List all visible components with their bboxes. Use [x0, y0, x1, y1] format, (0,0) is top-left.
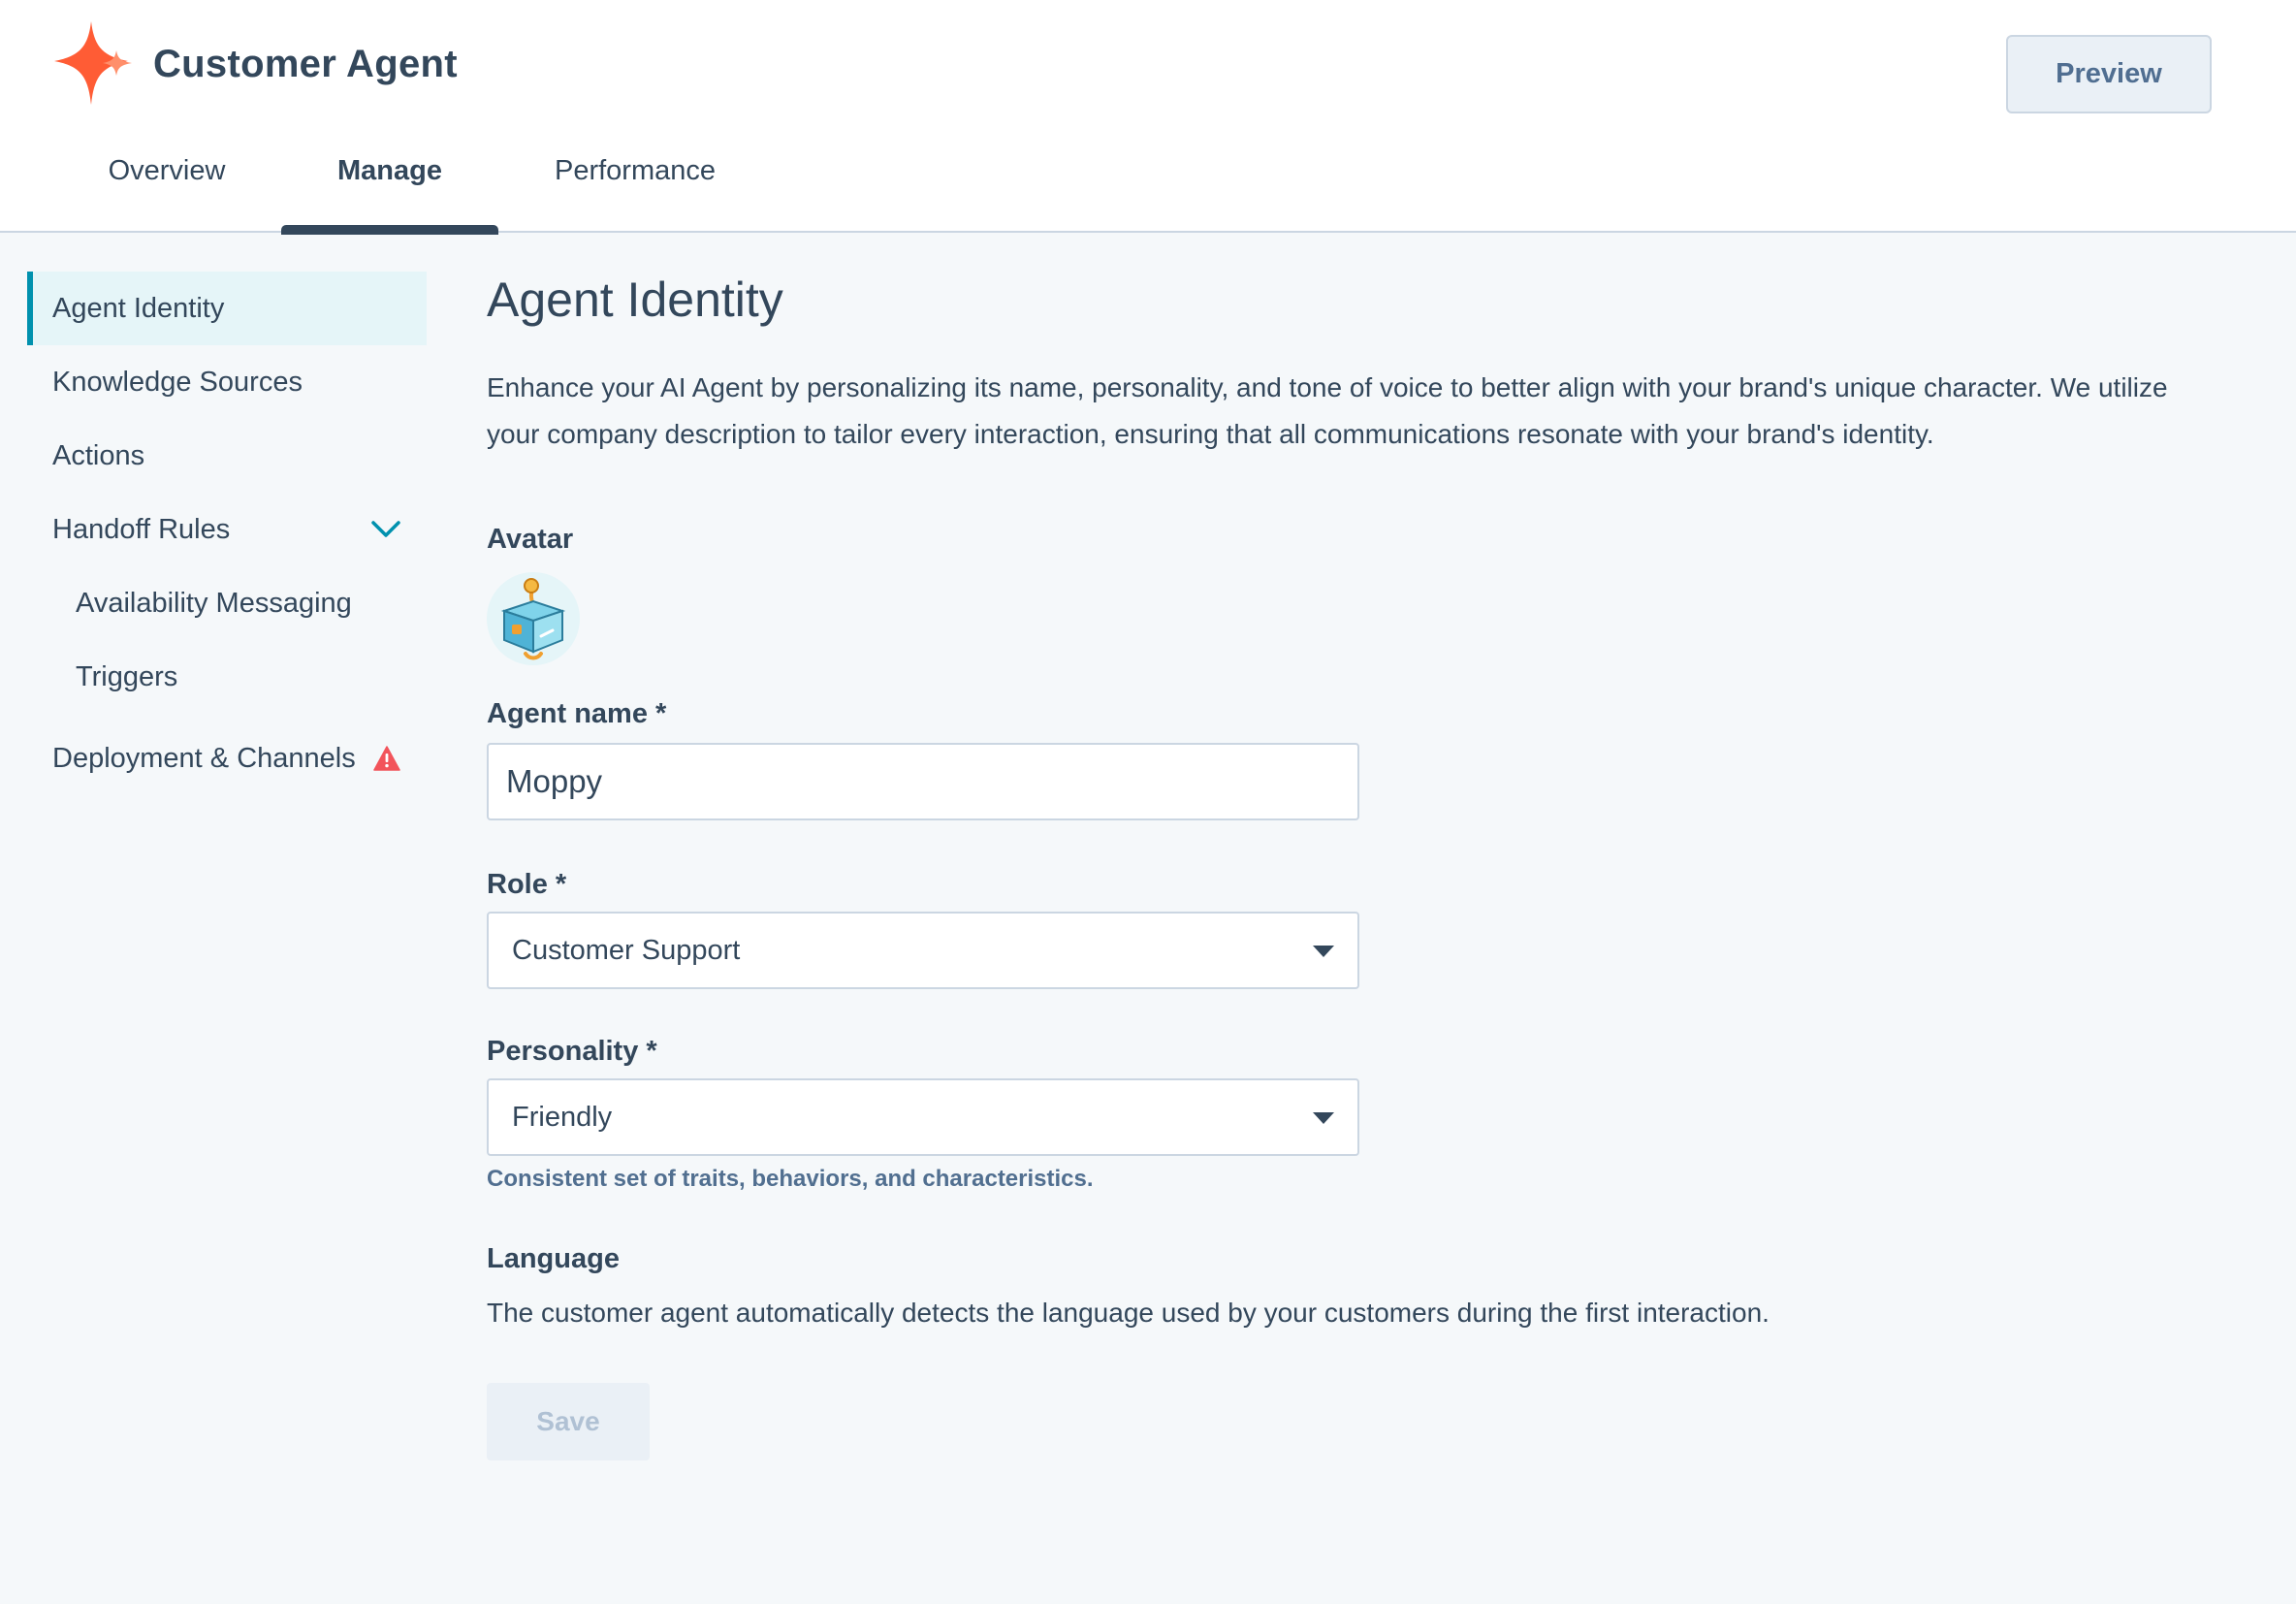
save-button[interactable]: Save — [487, 1383, 650, 1460]
role-select[interactable]: Customer Support — [487, 912, 1359, 989]
sidebar-item-agent-identity[interactable]: Agent Identity — [27, 272, 427, 345]
sidebar-item-label: Agent Identity — [52, 292, 225, 324]
robot-avatar-icon — [500, 578, 566, 660]
language-description: The customer agent automatically detects… — [487, 1298, 1770, 1328]
warning-icon — [372, 746, 400, 771]
app-title: Customer Agent — [153, 43, 458, 85]
sidebar-item-label: Knowledge Sources — [52, 366, 303, 398]
personality-label: Personality * — [487, 1036, 657, 1067]
sidebar-item-knowledge-sources[interactable]: Knowledge Sources — [27, 345, 427, 419]
sidebar-item-label: Availability Messaging — [76, 587, 352, 619]
sidebar-item-availability-messaging[interactable]: Availability Messaging — [27, 566, 427, 640]
sidebar-item-label: Triggers — [76, 660, 178, 692]
chevron-down-icon[interactable] — [368, 512, 403, 547]
role-label: Role * — [487, 869, 567, 900]
caret-down-icon — [1313, 1112, 1334, 1124]
personality-select[interactable]: Friendly — [487, 1078, 1359, 1156]
sidebar-item-deployment-channels[interactable]: Deployment & Channels — [27, 722, 427, 795]
app-header: Customer Agent Preview Overview Manage P… — [0, 0, 2296, 235]
agent-name-input[interactable] — [487, 743, 1359, 820]
sparkle-icon — [54, 21, 132, 105]
sidebar-item-handoff-rules[interactable]: Handoff Rules — [27, 493, 427, 566]
tab-manage[interactable]: Manage — [281, 155, 498, 233]
caret-down-icon — [1313, 946, 1334, 957]
sidebar-item-label: Actions — [52, 439, 145, 471]
sidebar-item-label: Handoff Rules — [52, 513, 231, 545]
avatar-label: Avatar — [487, 524, 574, 555]
page-description: Enhance your AI Agent by personalizing i… — [487, 372, 2168, 449]
avatar[interactable] — [487, 572, 580, 665]
page-title: Agent Identity — [487, 273, 783, 327]
personality-help-text: Consistent set of traits, behaviors, and… — [487, 1166, 1094, 1192]
role-selected-value: Customer Support — [512, 934, 741, 966]
preview-button[interactable]: Preview — [2006, 35, 2212, 113]
tab-overview[interactable]: Overview — [78, 155, 256, 233]
active-tab-indicator — [281, 225, 498, 235]
personality-selected-value: Friendly — [512, 1101, 613, 1133]
language-label: Language — [487, 1243, 620, 1274]
sidebar-item-actions[interactable]: Actions — [27, 419, 427, 493]
tab-performance[interactable]: Performance — [533, 155, 737, 233]
sidebar-item-triggers[interactable]: Triggers — [27, 640, 427, 714]
sidebar-item-label: Deployment & Channels — [52, 742, 356, 774]
agent-name-label: Agent name * — [487, 698, 667, 729]
main-tabs: Overview Manage Performance — [0, 155, 873, 233]
